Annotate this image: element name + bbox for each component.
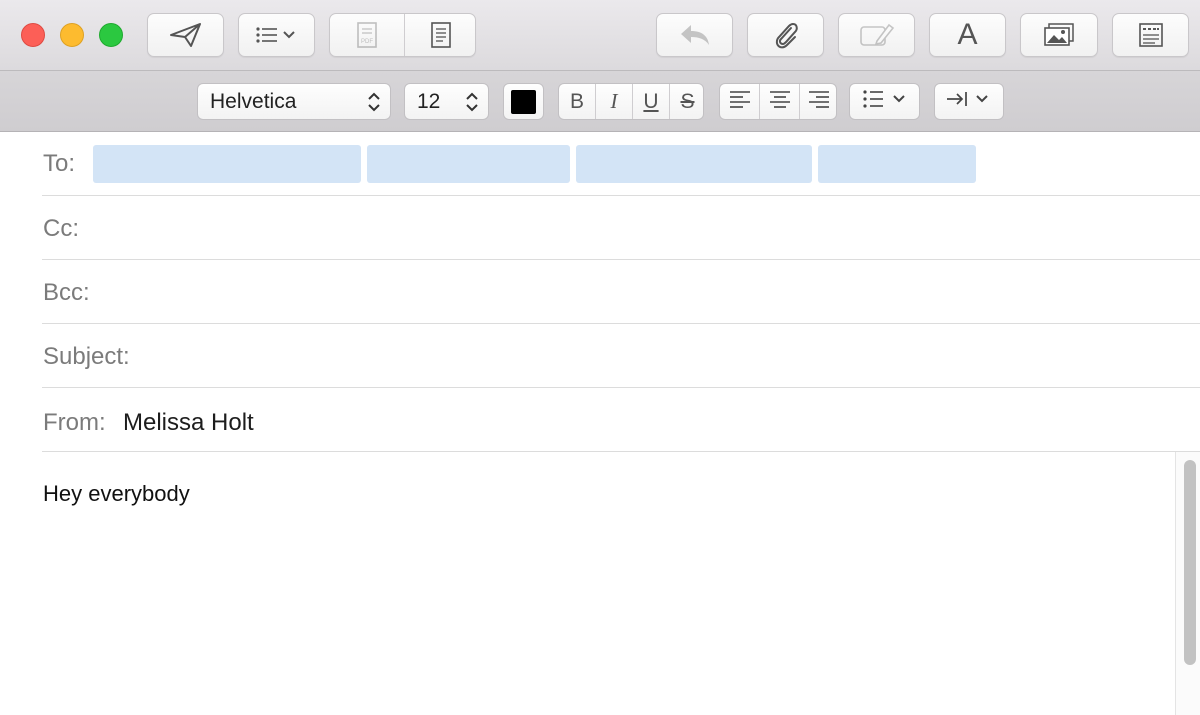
strikethrough-button[interactable]: S — [670, 84, 705, 119]
letter-a-icon: A — [957, 18, 978, 51]
window-toolbar: PDF A — [0, 0, 1200, 70]
bullet-list-icon — [861, 89, 909, 115]
bcc-field-row[interactable]: Bcc: — [42, 260, 1200, 324]
italic-button[interactable]: I — [596, 84, 632, 119]
from-label: From: — [43, 409, 106, 436]
from-field-row[interactable]: From: Melissa Holt — [42, 388, 1200, 452]
recipient-token[interactable] — [576, 145, 812, 183]
attach-button[interactable] — [747, 13, 824, 57]
cc-label: Cc: — [43, 215, 79, 242]
pdf-document-icon: PDF — [356, 22, 378, 48]
paperclip-icon — [771, 20, 801, 50]
up-down-chevron-icon — [465, 91, 479, 119]
to-label: To: — [43, 150, 76, 177]
subject-label: Subject: — [43, 343, 130, 370]
document-segment: PDF — [329, 13, 476, 57]
underline-button[interactable]: U — [633, 84, 669, 119]
text-color-button[interactable] — [503, 83, 544, 120]
bcc-label: Bcc: — [43, 279, 90, 306]
format-bar: Helvetica 12 B I U S — [0, 70, 1200, 132]
format-bar-toggle-button[interactable] — [1112, 13, 1189, 57]
align-right-button[interactable] — [800, 84, 838, 119]
align-left-button[interactable] — [720, 84, 759, 119]
underline-label: U — [643, 89, 659, 113]
from-account-select[interactable]: Melissa Holt — [123, 409, 254, 437]
document-lines-icon — [430, 22, 452, 48]
up-down-chevron-icon — [367, 91, 381, 119]
list-style-button[interactable] — [849, 83, 920, 120]
align-right-icon — [808, 90, 830, 114]
reply-arrow-icon — [678, 22, 712, 48]
color-swatch — [511, 89, 536, 114]
reply-button[interactable] — [656, 13, 733, 57]
markup-button[interactable] — [838, 13, 915, 57]
alignment-segment — [719, 83, 837, 120]
photo-browser-icon — [1043, 22, 1075, 48]
align-left-icon — [729, 90, 751, 114]
scrollbar-track[interactable] — [1175, 452, 1200, 715]
recipient-token[interactable] — [818, 145, 976, 183]
subject-field-row[interactable]: Subject: — [42, 324, 1200, 388]
italic-label: I — [610, 89, 618, 113]
svg-text:PDF: PDF — [361, 39, 373, 45]
stationery-button[interactable] — [405, 14, 477, 56]
scrollbar-thumb[interactable] — [1184, 460, 1196, 665]
pdf-attach-button[interactable]: PDF — [330, 14, 404, 56]
close-window-button[interactable] — [21, 23, 45, 47]
align-center-button[interactable] — [760, 84, 799, 119]
align-center-icon — [769, 90, 791, 114]
photo-browser-button[interactable] — [1020, 13, 1098, 57]
zoom-window-button[interactable] — [99, 23, 123, 47]
font-family-select[interactable]: Helvetica — [197, 83, 391, 120]
to-field-row[interactable]: To: — [42, 132, 1200, 196]
font-family-value: Helvetica — [210, 89, 297, 113]
indent-button[interactable] — [934, 83, 1004, 120]
send-button[interactable] — [147, 13, 224, 57]
font-size-select[interactable]: 12 — [404, 83, 489, 120]
bold-button[interactable]: B — [559, 84, 595, 119]
fonts-button[interactable]: A — [929, 13, 1006, 57]
minimize-window-button[interactable] — [60, 23, 84, 47]
font-size-value: 12 — [417, 89, 441, 113]
recipient-token[interactable] — [93, 145, 361, 183]
cc-field-row[interactable]: Cc: — [42, 196, 1200, 260]
message-body-text: Hey everybody — [43, 481, 190, 506]
bold-label: B — [569, 89, 584, 113]
header-fields-button[interactable] — [238, 13, 315, 57]
indent-icon — [945, 89, 993, 115]
markup-pen-icon — [859, 21, 895, 49]
list-chevron-icon — [255, 25, 299, 45]
format-bar-icon — [1138, 22, 1164, 48]
strikethrough-label: S — [680, 89, 695, 113]
recipient-token[interactable] — [367, 145, 570, 183]
paper-plane-icon — [169, 22, 203, 48]
text-style-segment: B I U S — [558, 83, 704, 120]
